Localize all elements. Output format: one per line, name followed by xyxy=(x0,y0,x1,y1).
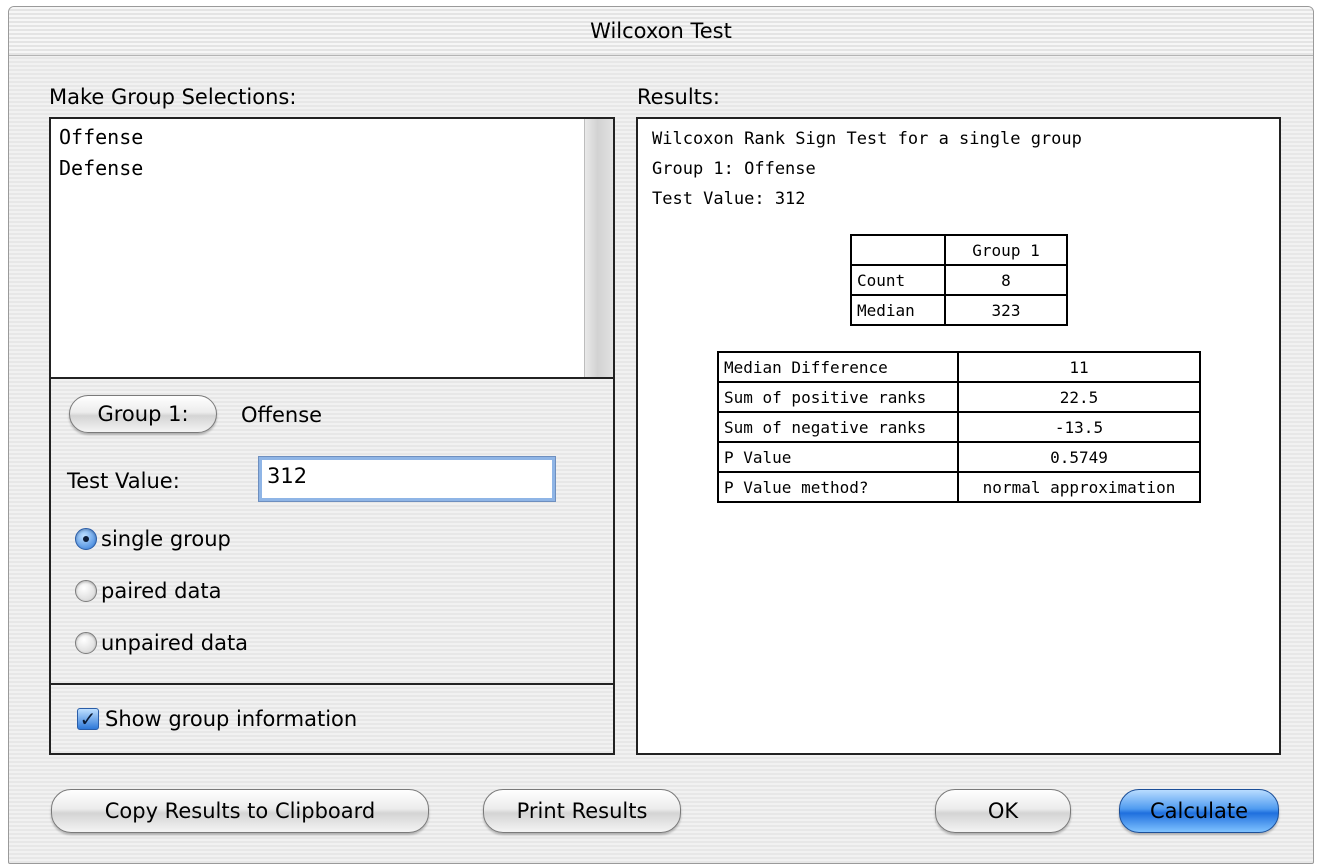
results-line-title: Wilcoxon Rank Sign Test for a single gro… xyxy=(652,129,1082,149)
show-group-info-checkbox[interactable]: ✓ Show group information xyxy=(77,707,357,731)
list-item-offense[interactable]: Offense xyxy=(59,125,143,149)
table-cell: Median xyxy=(850,294,946,326)
radio-single-group[interactable]: single group xyxy=(75,527,231,551)
table-cell: 0.5749 xyxy=(957,441,1201,473)
table-cell: Sum of positive ranks xyxy=(717,381,959,413)
test-value-input[interactable]: 312 xyxy=(258,456,556,502)
table-cell: P Value xyxy=(717,441,959,473)
group-selections-label: Make Group Selections: xyxy=(49,85,297,109)
ok-button[interactable]: OK xyxy=(935,789,1071,833)
title-bar[interactable]: Wilcoxon Test xyxy=(9,7,1313,56)
table-cell: Count xyxy=(850,264,946,296)
table-cell: Median Difference xyxy=(717,351,959,383)
checkmark-icon[interactable]: ✓ xyxy=(77,708,99,730)
radio-selected-icon[interactable] xyxy=(75,528,97,550)
window-title: Wilcoxon Test xyxy=(590,19,732,43)
calculate-button[interactable]: Calculate xyxy=(1119,789,1279,833)
table-row: Sum of positive ranks 22.5 xyxy=(717,381,1201,413)
show-group-info-label: Show group information xyxy=(105,707,358,731)
radio-paired-data[interactable]: paired data xyxy=(75,579,221,603)
group-list[interactable]: Offense Defense xyxy=(49,117,615,379)
table-row: Count 8 xyxy=(850,264,1068,296)
table-header-cell: Group 1 xyxy=(944,234,1068,266)
table-row: Median 323 xyxy=(850,294,1068,326)
table-cell: normal approximation xyxy=(957,471,1201,503)
table-row: P Value method? normal approximation xyxy=(717,471,1201,503)
table-row: Sum of negative ranks -13.5 xyxy=(717,411,1201,443)
show-info-panel: ✓ Show group information xyxy=(49,683,615,755)
results-panel: Wilcoxon Rank Sign Test for a single gro… xyxy=(636,117,1281,755)
print-results-button[interactable]: Print Results xyxy=(483,789,681,833)
table-row: Median Difference 11 xyxy=(717,351,1201,383)
list-scrollbar[interactable] xyxy=(584,119,613,377)
table-cell: 323 xyxy=(944,294,1068,326)
table-cell: -13.5 xyxy=(957,411,1201,443)
test-value-label: Test Value: xyxy=(67,469,180,493)
table-cell: 11 xyxy=(957,351,1201,383)
radio-paired-data-label: paired data xyxy=(101,579,222,603)
radio-icon[interactable] xyxy=(75,580,97,602)
results-line-group: Group 1: Offense xyxy=(652,159,816,179)
table-cell: 22.5 xyxy=(957,381,1201,413)
results-line-test-value: Test Value: 312 xyxy=(652,189,806,209)
table-cell xyxy=(850,234,946,266)
radio-single-group-label: single group xyxy=(101,527,231,551)
group1-value: Offense xyxy=(241,403,323,427)
table-row: Group 1 xyxy=(850,234,1068,266)
group-options-panel: Group 1: Offense Test Value: 312 single … xyxy=(49,377,615,685)
table-cell: Sum of negative ranks xyxy=(717,411,959,443)
list-item-defense[interactable]: Defense xyxy=(59,156,143,180)
copy-results-button[interactable]: Copy Results to Clipboard xyxy=(51,789,429,833)
stats-table: Median Difference 11 Sum of positive ran… xyxy=(717,351,1201,503)
radio-unpaired-data-label: unpaired data xyxy=(101,631,249,655)
results-label: Results: xyxy=(637,85,720,109)
table-cell: P Value method? xyxy=(717,471,959,503)
radio-unpaired-data[interactable]: unpaired data xyxy=(75,631,248,655)
table-row: P Value 0.5749 xyxy=(717,441,1201,473)
table-cell: 8 xyxy=(944,264,1068,296)
group1-button[interactable]: Group 1: xyxy=(69,395,217,433)
radio-icon[interactable] xyxy=(75,632,97,654)
wilcoxon-dialog: Wilcoxon Test Make Group Selections: Off… xyxy=(8,6,1314,864)
summary-table: Group 1 Count 8 Median 323 xyxy=(850,234,1068,326)
